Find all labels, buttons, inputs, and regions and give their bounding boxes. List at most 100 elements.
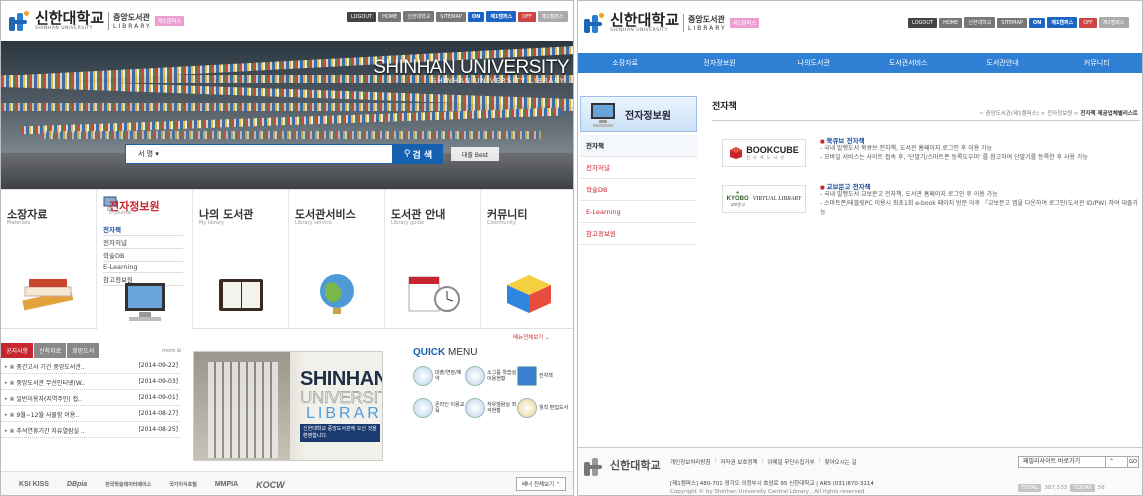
directions-link[interactable]: 찾아오시는 길 (825, 458, 857, 466)
campus1-button[interactable]: 제1캠퍼스 (486, 11, 517, 22)
sidebar-item-ejournal[interactable]: 전자저널 (580, 157, 697, 179)
sidebar-item-elearning[interactable]: E-Learning (580, 201, 697, 223)
submenu-ebook[interactable]: 전자책 (103, 223, 183, 236)
campus1-button[interactable]: 제1캠퍼스 (1047, 17, 1078, 28)
submenu-elearning[interactable]: E-Learning (103, 262, 183, 273)
campus2-button[interactable]: 제2캠퍼스 (537, 11, 568, 22)
planner-icon (219, 279, 263, 311)
family-site-select[interactable]: 패밀리사이트 바로가기 ⌃ GO (1018, 456, 1139, 468)
footer-links: 개인정보처리방침 | 저작권 보호정책 | 이메일 무단수집거부 | 찾아오시는 길 (670, 458, 857, 466)
university-link[interactable]: 신한대학교 (964, 17, 996, 28)
quick-online-education[interactable]: 온라인 이용교육 (413, 398, 465, 418)
sidebar-item-ebook[interactable]: 전자책 (580, 135, 697, 157)
top-utility-bar: LOGOUT HOME 신한대학교 SITEMAP ON 제1캠퍼스 OFF 제… (347, 11, 568, 22)
nav-electronic-resources[interactable]: 전자정보원 (672, 58, 766, 68)
nav-community[interactable]: 커뮤니티 (1050, 58, 1142, 68)
quick-seat-status[interactable]: 자유열람실 좌석현황 (465, 398, 517, 418)
privacy-policy-link[interactable]: 개인정보처리방침 (670, 458, 710, 466)
quick-study-room[interactable]: 소그룹 학습실 이용현황 (465, 366, 517, 386)
sitemap-button[interactable]: SITEMAP (997, 17, 1027, 28)
sidebar-item-academic-db[interactable]: 학술DB (580, 179, 697, 201)
cube-icon (730, 147, 743, 159)
submenu-ejournal[interactable]: 전자저널 (103, 236, 183, 249)
sidebar-item-reference[interactable]: 참고정보원 (580, 223, 697, 245)
campus2-button[interactable]: 제2캠퍼스 (1098, 17, 1129, 28)
go-button[interactable]: GO (1127, 456, 1139, 468)
seat-icon (465, 398, 485, 418)
sidebar-title: 전자정보원 (625, 110, 671, 122)
category-menu: 소장자료 Materials 전자정보원 E-Journal 전자책 전자저널 … (1, 189, 573, 330)
more-link[interactable]: more ⊞ (162, 348, 181, 354)
partner-logo[interactable]: 국가지식포털 (169, 481, 197, 488)
list-item[interactable]: ※ 9월~12월 사물함 이용..[2014-08-27] (1, 406, 181, 422)
site-logo[interactable]: 신한대학교 SHINHAN UNIVERSITY 중앙도서관 LIBRARY 제… (9, 10, 185, 31)
entry-description: - 국내 발행도서 교보문고 전자책, 도서관 홈페이지 로그인 후 이용 가능 (820, 191, 998, 198)
ebook-provider-bookcube: BOOKCUBE 전 자 책 도 서 관 북큐브 전자책 - 국내 발행도서 북… (712, 135, 1142, 175)
copyright-policy-link[interactable]: 저작권 보호정책 (720, 458, 757, 466)
list-item[interactable]: ※ 일반이용자(지역주민) 접..[2014-09-01] (1, 390, 181, 406)
search-input[interactable] (176, 146, 392, 162)
logout-button[interactable]: LOGOUT (908, 17, 938, 28)
ebook-list-page: 신한대학교 SHINHAN UNIVERSITY 중앙도서관 LIBRARY 제… (577, 0, 1143, 496)
campus-on-toggle[interactable]: ON (1028, 17, 1046, 28)
nav-materials[interactable]: 소장자료 (578, 58, 672, 68)
campus-off-toggle[interactable]: OFF (518, 11, 536, 22)
entry-description: - 국내 발행도서 북큐브 전자책, 도서관 홈페이지 로그인 후 이용 가능 (820, 145, 993, 152)
campus-on-toggle[interactable]: ON (467, 11, 485, 22)
partner-logo[interactable]: KSI KISS (19, 481, 49, 488)
tab-requested-books[interactable]: 희망도서 (67, 343, 100, 358)
list-item[interactable]: ※ 추석연휴기간 자유열람실 ..[2014-08-25] (1, 422, 181, 438)
library-banner[interactable]: SHINHAN UNIVERSITY LIBRARY 신한대학교 중앙도서관에 … (193, 351, 383, 461)
email-policy-link[interactable]: 이메일 무단수집거부 (767, 458, 814, 466)
page-title: 전자책 (712, 102, 737, 112)
site-logo[interactable]: 신한대학교 SHINHAN UNIVERSITY 중앙도서관 LIBRARY 제… (584, 12, 760, 33)
category-ejournal[interactable]: 전자정보원 E-Journal 전자책 전자저널 학술DB E-Learning… (97, 190, 193, 330)
search-type-select[interactable]: 서 명 ▾ (126, 149, 176, 159)
footer-address: [제1캠퍼스] 480-701 경기도 의정부시 호암로 95 신한대학교 | … (670, 481, 874, 487)
menu-all-link[interactable]: 메뉴전체보기 ⌄ (513, 333, 550, 341)
partner-logo[interactable]: KOCW (256, 480, 285, 490)
home-button[interactable]: HOME (939, 17, 963, 28)
search-button[interactable]: ⚲ 검 색 (393, 144, 443, 164)
quick-menu-title: QUICK MENU (413, 347, 478, 358)
category-materials[interactable]: 소장자료 Materials (1, 190, 97, 330)
ejournal-submenu: 전자책 전자저널 학술DB E-Learning 참고정보원 (103, 223, 183, 286)
campus-tag: 제1캠퍼스 (154, 16, 185, 26)
notice-board: 공지사항 신착자료 희망도서 more ⊞ ※ 중간고사 기간 중앙도서관..[… (1, 343, 181, 438)
bookcube-logo[interactable]: BOOKCUBE 전 자 책 도 서 관 (722, 139, 806, 167)
category-library-service[interactable]: 도서관서비스 Library service (289, 190, 385, 330)
loan-best-button[interactable]: 대출 Best (451, 147, 499, 161)
campus-off-toggle[interactable]: OFF (1079, 17, 1097, 28)
category-community[interactable]: 커뮤니티 Community (481, 190, 573, 330)
submenu-academic-db[interactable]: 학술DB (103, 249, 183, 262)
loan-icon (413, 366, 433, 386)
category-library-guide[interactable]: 도서관 안내 Library guide (385, 190, 481, 330)
quick-monthly-books[interactable]: 월칙 편집도서 (517, 398, 569, 418)
quick-loan-renew[interactable]: 대출/연장/예약 (413, 366, 465, 386)
university-name: 신한대학교 (35, 10, 105, 27)
partner-logo[interactable]: MMPIA (215, 481, 238, 488)
nav-library-service[interactable]: 도서관서비스 (861, 58, 955, 68)
category-my-library[interactable]: 나의 도서관 My library (193, 190, 289, 330)
partner-logo[interactable]: 한국학술데이터베이스 (105, 481, 151, 488)
home-button[interactable]: HOME (378, 11, 402, 22)
university-name: 신한대학교 (610, 12, 680, 29)
sitemap-button[interactable]: SITEMAP (436, 11, 466, 22)
library-name-en: LIBRARY (113, 23, 152, 30)
logout-button[interactable]: LOGOUT (347, 11, 377, 22)
partner-logo[interactable]: DBpia (67, 481, 87, 488)
today-count: 56 (1097, 485, 1105, 491)
library-name-en: LIBRARY (688, 25, 727, 32)
list-item[interactable]: ※ 중간고사 기간 중앙도서관..[2014-09-22] (1, 358, 181, 374)
tab-notice[interactable]: 공지사항 (1, 343, 34, 358)
university-link[interactable]: 신한대학교 (403, 11, 435, 22)
nav-library-guide[interactable]: 도서관안내 (955, 58, 1049, 68)
kyobo-logo[interactable]: ♣ KYOBO 교보문고 VIRTUAL LIBRARY (722, 185, 806, 213)
online-edu-icon (413, 398, 433, 418)
banner-all-button[interactable]: 배너 전체보기 ⌃ (516, 477, 567, 491)
quick-ebook[interactable]: 전자책 (517, 366, 569, 386)
list-item[interactable]: ※ 중앙도서관 무선인터넷(W..[2014-09-03] (1, 374, 181, 390)
nav-my-library[interactable]: 나의도서관 (767, 58, 861, 68)
footer-copyright: Copyright © by Shinhan University Centra… (670, 489, 865, 495)
tab-new-arrivals[interactable]: 신착자료 (34, 343, 67, 358)
